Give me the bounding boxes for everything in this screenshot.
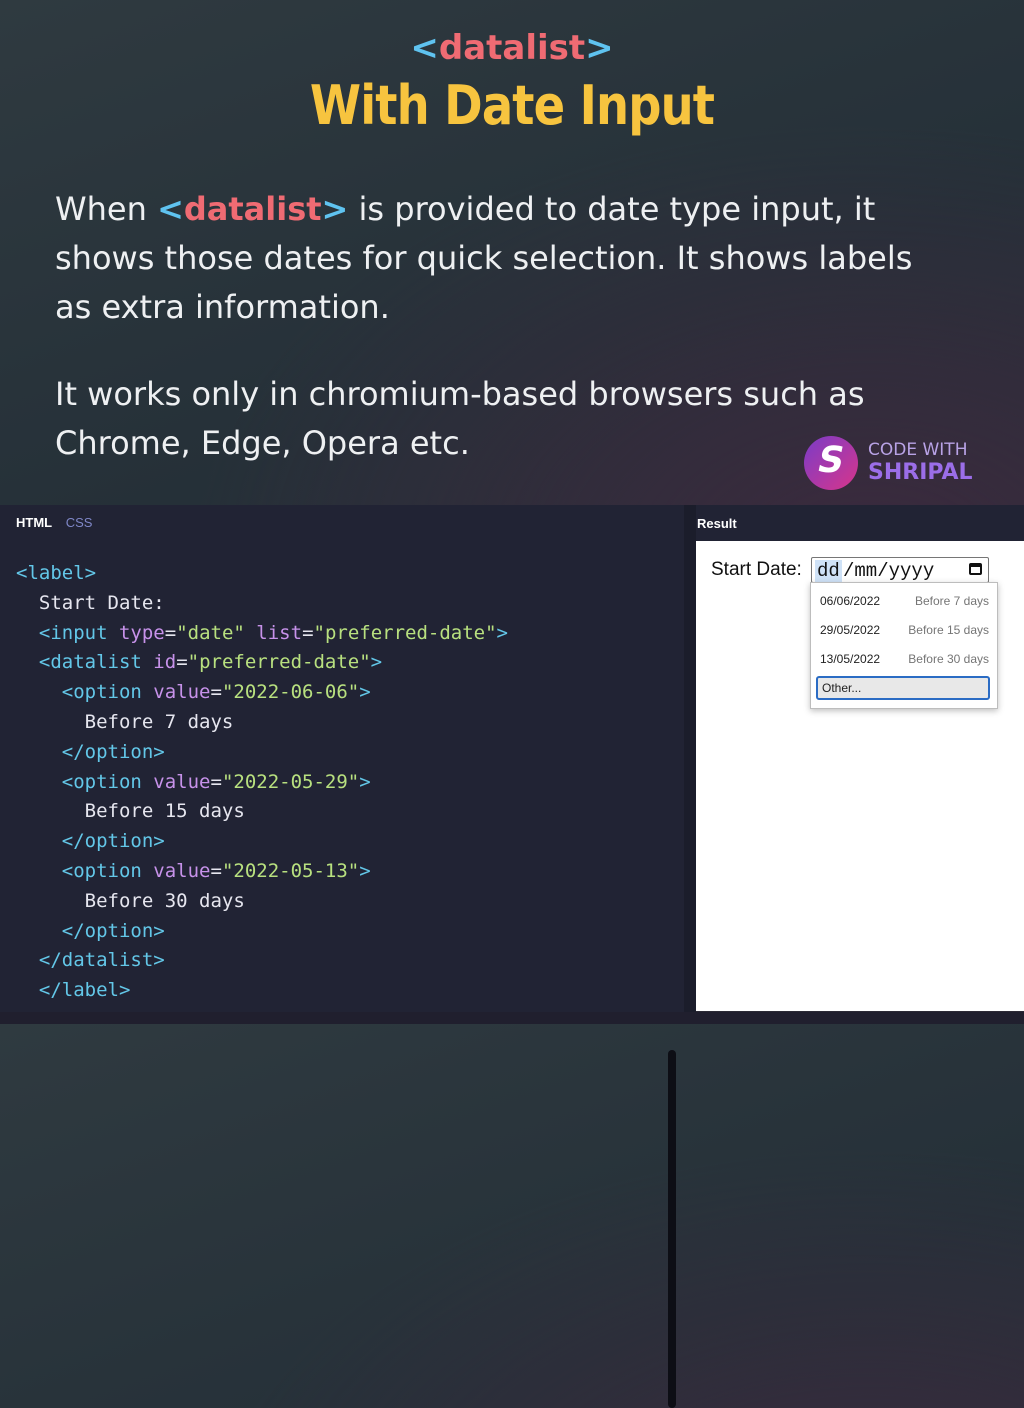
p1-before: When [55,190,158,228]
tag-open-bracket: < [410,28,439,68]
brand-logo: S CODE WITH SHRIPAL [804,436,1004,492]
option-label: Before 15 days [908,623,989,637]
code-input-open: <input [38,621,108,644]
p1-keyword: <datalist> [157,190,348,228]
code-input-close: > [496,621,508,644]
code-datalist-open-close: > [370,651,383,674]
code-attr-id: id [153,651,177,674]
tab-html[interactable]: HTML [16,515,52,530]
tag-name: datalist [438,28,586,68]
datalist-option[interactable]: 29/05/2022 Before 15 days [811,616,997,644]
date-input[interactable]: dd /mm/yyyy [811,557,989,583]
logo-s-icon: S [804,436,858,490]
option-date: 06/06/2022 [820,594,881,608]
description-paragraph-1: When <datalist> is provided to date type… [55,185,955,332]
option-date: 13/05/2022 [820,652,881,666]
code-editor: HTML CSS <label> Start Date: <input type… [0,505,684,1408]
code-option-text: Before 30 days [84,889,245,912]
code-option-text: Before 15 days [84,800,245,823]
other-label: Other... [822,681,862,695]
code-option-open-close: > [359,859,371,882]
code-option-open-close: > [359,770,371,793]
code-option-open-close: > [359,681,371,704]
code-datalist-open: <datalist [38,651,142,674]
code-label-text: Start Date: [38,591,165,614]
code-option-value: "2022-05-29" [221,770,360,793]
date-input-day-segment[interactable]: dd [815,560,842,582]
logo-line-2: SHRIPAL [868,460,973,485]
option-date: 29/05/2022 [820,623,881,637]
date-input-rest[interactable]: /mm/yyyy [843,560,934,582]
tab-css[interactable]: CSS [66,515,93,530]
code-option-open: <option [61,681,142,704]
code-attr-value: value [153,681,211,704]
code-attr-type: type [118,621,165,644]
code-option-close: </option> [61,830,165,853]
code-option-close: </option> [61,740,165,763]
code-option-open: <option [61,770,142,793]
code-val-id: "preferred-date" [187,651,371,674]
title-tag: <datalist> [0,28,1024,68]
code-option-close: </option> [61,919,165,942]
start-date-label: Start Date: [711,559,802,580]
result-title: Result [697,516,737,531]
code-block: <label> Start Date: <input type="date" l… [16,562,508,1002]
editor-scrollbar[interactable] [668,1050,676,1408]
code-datalist-close: </datalist> [38,949,165,972]
result-pane: Start Date: dd /mm/yyyy 06/06/2022 Befor… [696,541,1024,1011]
page-title: With Date Input [309,74,715,137]
p1-kw-open: < [157,190,184,228]
code-val-list: "preferred-date" [313,621,497,644]
p1-kw: datalist [183,190,322,228]
datalist-option-other[interactable]: Other... [816,676,990,700]
code-option-open: <option [61,859,142,882]
editor-tabs: HTML CSS [16,515,92,530]
code-val-type: "date" [176,621,245,644]
code-option-text: Before 7 days [84,710,234,733]
code-option-value: "2022-06-06" [221,681,360,704]
option-label: Before 30 days [908,652,989,666]
code-label-close: </label> [38,979,131,1002]
option-label: Before 7 days [914,594,989,608]
datalist-option[interactable]: 13/05/2022 Before 30 days [811,645,997,673]
logo-line-1: CODE WITH [868,440,968,460]
code-attr-value: value [153,770,211,793]
logo-mark-letter: S [813,440,849,481]
bottom-strip [0,1012,1024,1024]
calendar-icon[interactable] [969,563,982,575]
datalist-option[interactable]: 06/06/2022 Before 7 days [811,587,997,615]
tag-close-bracket: > [585,28,614,68]
p1-kw-close: > [321,190,349,228]
code-attr-list: list [256,621,303,644]
result-header: Result [696,505,1024,541]
code-attr-value: value [153,859,211,882]
code-label-open: <label> [16,562,97,584]
code-option-value: "2022-05-13" [221,859,360,882]
datalist-dropdown: 06/06/2022 Before 7 days 29/05/2022 Befo… [810,582,998,709]
pane-divider[interactable] [684,505,696,1012]
